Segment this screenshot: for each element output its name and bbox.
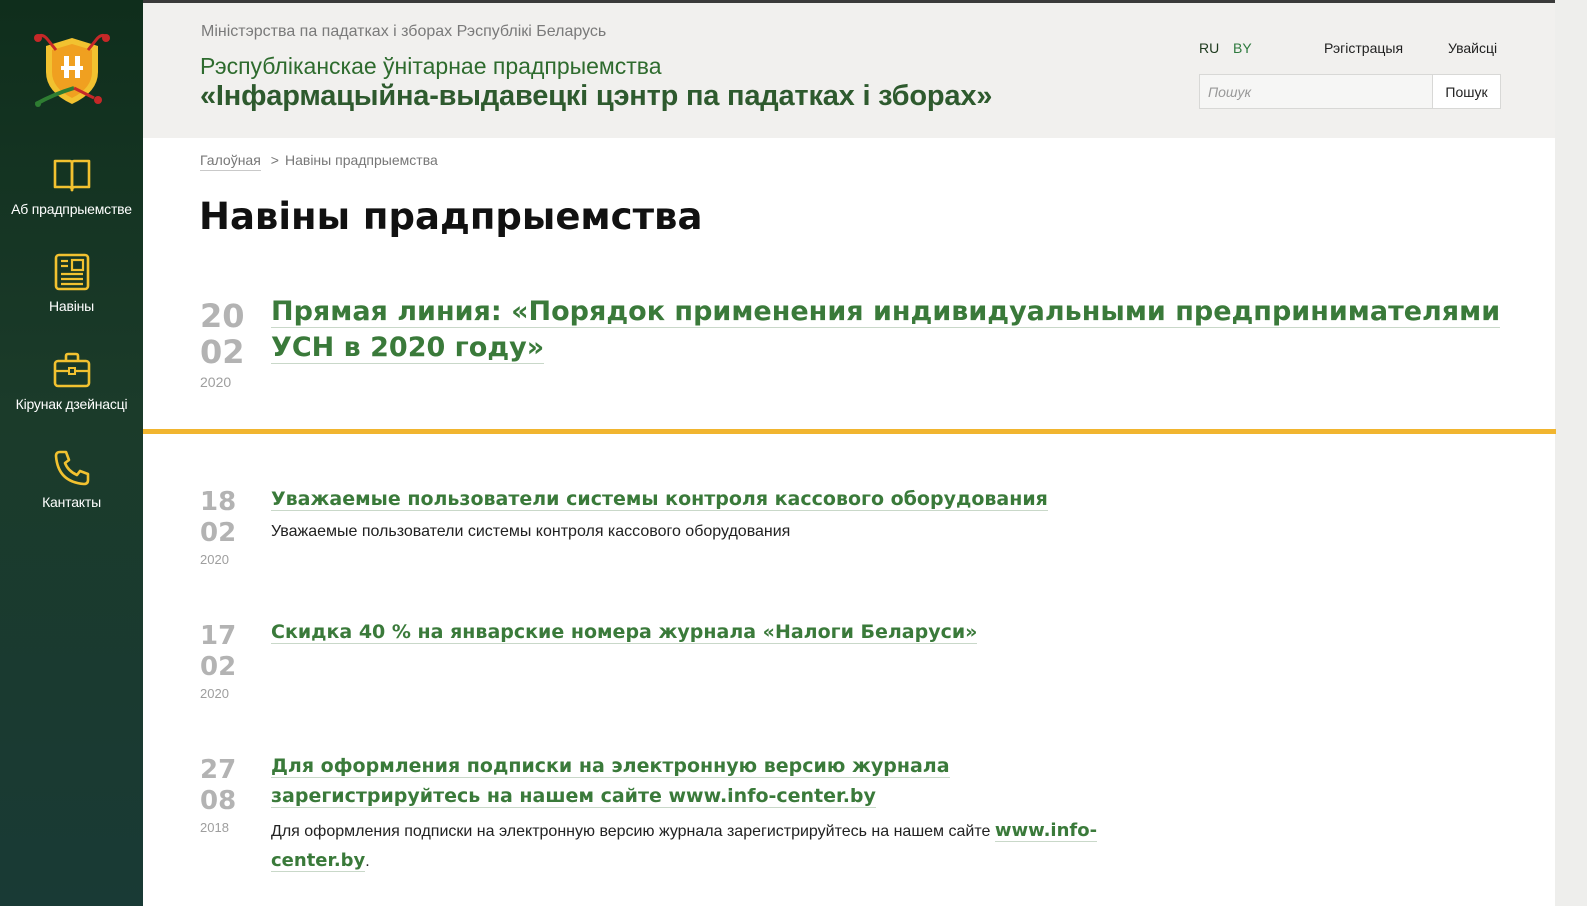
date-day: 18: [200, 487, 237, 517]
breadcrumb: Галоўная > Навіны прадпрыемства: [200, 152, 438, 171]
featured-divider: [143, 429, 1556, 434]
date-year: 2020: [200, 374, 232, 390]
news-date: 18 02 2020: [200, 489, 236, 567]
register-link[interactable]: Рэгістрацыя: [1324, 40, 1403, 56]
news-title-link[interactable]: Скидка 40 % на январские номера журнала …: [271, 617, 978, 647]
date-day: 27: [200, 755, 237, 785]
page-title: Навіны прадпрыемства: [199, 195, 703, 238]
date-month: 08: [200, 786, 237, 816]
lang-by-link[interactable]: BY: [1233, 40, 1252, 56]
lang-ru-link[interactable]: RU: [1199, 40, 1219, 56]
news-title: Для оформления подписки на электронную в…: [271, 755, 950, 808]
featured-news-title: Прямая линия: «Порядок применения индиви…: [271, 296, 1501, 364]
emblem-logo-icon[interactable]: [28, 28, 116, 112]
sidebar-item-label: Кантакты: [42, 494, 101, 510]
date-month: 02: [200, 518, 237, 548]
ministry-name: Міністэрства па падатках і зборах Рэспуб…: [201, 23, 607, 40]
sidebar-item-label: Кірунак дзейнасці: [15, 396, 128, 412]
date-year: 2020: [200, 686, 229, 701]
phone-icon: [54, 450, 89, 486]
date-day: 17: [200, 621, 237, 651]
sidebar: Аб прадпрыемстве Навіны Кірунак дзейнасц…: [0, 0, 143, 906]
scrollbar-track[interactable]: [1555, 0, 1587, 906]
date-month: 02: [200, 333, 245, 371]
site-header: Міністэрства па падатках і зборах Рэспуб…: [143, 3, 1556, 138]
date-year: 2018: [200, 820, 229, 835]
news-title: Уважаемые пользователи системы контроля …: [271, 488, 1048, 511]
news-title-link[interactable]: Уважаемые пользователи системы контроля …: [271, 484, 1048, 514]
news-title-link[interactable]: Для оформления подписки на электронную в…: [271, 751, 1131, 811]
sidebar-item-activity[interactable]: Кірунак дзейнасці: [0, 350, 143, 412]
organization-type: Рэспубліканскае ўнітарнае прадпрыемства: [200, 53, 662, 79]
news-description-end: .: [365, 853, 370, 870]
news-description-text: Для оформления подписки на электронную в…: [271, 823, 995, 840]
newspaper-icon: [54, 253, 89, 291]
featured-news-date: 20 02 2020: [200, 300, 245, 390]
date-day: 20: [200, 297, 245, 335]
sidebar-item-news[interactable]: Навіны: [0, 252, 143, 314]
sidebar-item-label: Навіны: [48, 298, 95, 314]
news-description: Уважаемые пользователи системы контроля …: [271, 523, 791, 540]
news-description: Для оформления подписки на электронную в…: [271, 816, 1141, 876]
sidebar-item-about[interactable]: Аб прадпрыемстве: [0, 155, 143, 217]
book-icon: [53, 159, 90, 192]
news-title: Скидка 40 % на январские номера журнала …: [271, 621, 978, 644]
breadcrumb-home-link[interactable]: Галоўная: [200, 152, 261, 171]
briefcase-icon: [53, 352, 90, 388]
search-button[interactable]: Пошук: [1432, 74, 1501, 109]
date-month: 02: [200, 652, 237, 682]
organization-name[interactable]: «Інфармацыйна-выдавецкі цэнтр па падатка…: [200, 80, 992, 113]
featured-news-title-link[interactable]: Прямая линия: «Порядок применения индиви…: [271, 294, 1501, 366]
news-date: 17 02 2020: [200, 623, 236, 701]
sidebar-item-label: Аб прадпрыемстве: [11, 201, 132, 217]
news-date: 27 08 2018: [200, 757, 236, 835]
breadcrumb-current: Навіны прадпрыемства: [284, 152, 438, 168]
search-input[interactable]: [1199, 74, 1433, 109]
sidebar-item-contacts[interactable]: Кантакты: [0, 448, 143, 510]
date-year: 2020: [200, 552, 229, 567]
breadcrumb-separator: >: [270, 152, 279, 168]
login-link[interactable]: Увайсці: [1448, 40, 1497, 56]
